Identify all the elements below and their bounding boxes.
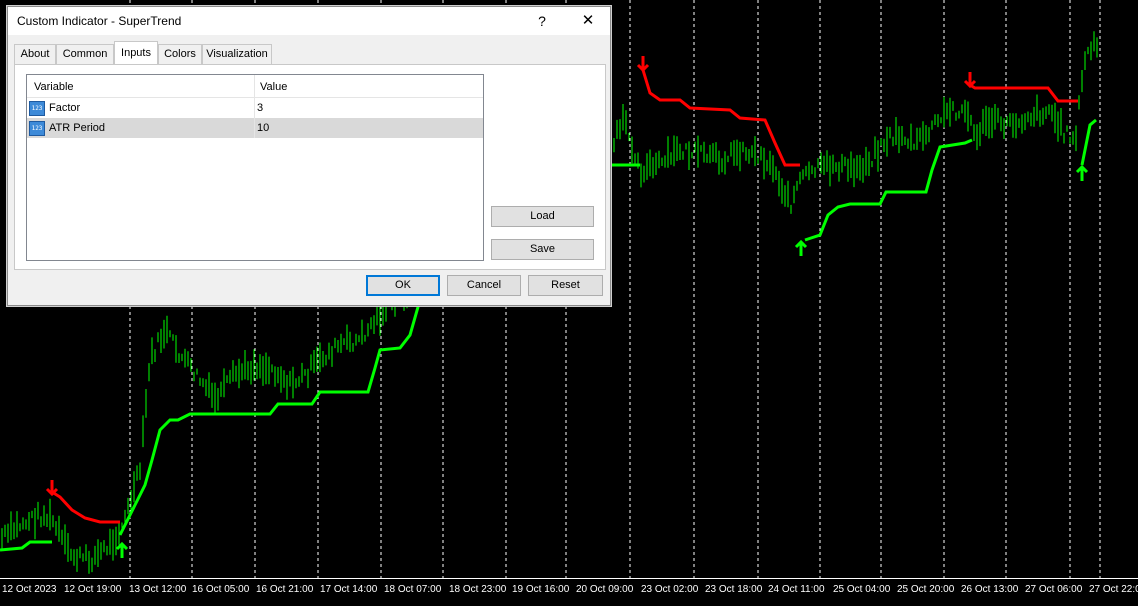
time-axis-label: 16 Oct 21:00 (256, 584, 314, 595)
cell-divider (254, 118, 255, 138)
column-header-variable[interactable]: Variable (34, 75, 74, 97)
tab-common[interactable]: Common (56, 44, 114, 64)
time-axis-label: 12 Oct 2023 (2, 584, 57, 595)
close-icon[interactable]: ✕ (566, 7, 610, 35)
time-axis-label: 23 Oct 02:00 (641, 584, 699, 595)
variable-value[interactable]: 10 (257, 118, 269, 138)
time-axis-label: 26 Oct 13:00 (961, 584, 1019, 595)
inputs-panel: Variable Value 123 Factor 3 123 ATR Peri… (14, 64, 606, 270)
variable-name: ATR Period (49, 122, 106, 134)
load-button[interactable]: Load (491, 206, 594, 227)
number-type-icon: 123 (29, 121, 45, 136)
time-axis-label: 17 Oct 14:00 (320, 584, 378, 595)
variable-name: Factor (49, 102, 81, 114)
time-axis-label: 20 Oct 09:00 (576, 584, 634, 595)
time-axis-label: 16 Oct 05:00 (192, 584, 250, 595)
buy-arrow-icon (115, 541, 129, 558)
time-axis-label: 27 Oct 06:00 (1025, 584, 1083, 595)
save-button[interactable]: Save (491, 239, 594, 260)
time-axis-label: 23 Oct 18:00 (705, 584, 763, 595)
time-axis-label: 25 Oct 04:00 (833, 584, 891, 595)
column-header-value[interactable]: Value (260, 75, 287, 97)
ok-button[interactable]: OK (366, 275, 440, 296)
dialog-titlebar[interactable]: Custom Indicator - SuperTrend ? ✕ (8, 7, 610, 35)
dialog-title: Custom Indicator - SuperTrend (17, 14, 182, 28)
tab-visualization[interactable]: Visualization (202, 44, 272, 64)
table-row-selected[interactable]: 123 ATR Period 10 (27, 118, 483, 138)
sell-arrow-icon (963, 72, 977, 89)
buy-arrow-icon (1075, 164, 1089, 181)
tab-inputs[interactable]: Inputs (114, 41, 158, 64)
help-button[interactable]: ? (520, 7, 564, 35)
column-divider[interactable] (254, 75, 255, 97)
cancel-button[interactable]: Cancel (447, 275, 521, 296)
sell-arrow-icon (45, 480, 59, 497)
time-axis-label: 18 Oct 07:00 (384, 584, 442, 595)
time-axis-line (0, 578, 1138, 579)
buy-arrow-icon (794, 239, 808, 256)
number-type-icon: 123 (29, 101, 45, 116)
time-axis-label: 19 Oct 16:00 (512, 584, 570, 595)
time-axis-label: 24 Oct 11:00 (768, 584, 825, 595)
time-axis-label: 18 Oct 23:00 (449, 584, 507, 595)
time-axis-label: 25 Oct 20:00 (897, 584, 955, 595)
table-header: Variable Value (27, 75, 483, 98)
variable-value[interactable]: 3 (257, 98, 263, 118)
time-axis-label: 12 Oct 19:00 (64, 584, 122, 595)
tab-about[interactable]: About (14, 44, 56, 64)
cell-divider (254, 98, 255, 118)
table-row[interactable]: 123 Factor 3 (27, 98, 483, 118)
sell-arrow-icon (636, 56, 650, 73)
time-axis-label: 27 Oct 22:00 (1089, 584, 1138, 595)
inputs-table[interactable]: Variable Value 123 Factor 3 123 ATR Peri… (26, 74, 484, 261)
custom-indicator-dialog: Custom Indicator - SuperTrend ? ✕ About … (7, 6, 611, 306)
time-axis-label: 13 Oct 12:00 (129, 584, 187, 595)
reset-button[interactable]: Reset (528, 275, 603, 296)
tab-colors[interactable]: Colors (158, 44, 202, 64)
